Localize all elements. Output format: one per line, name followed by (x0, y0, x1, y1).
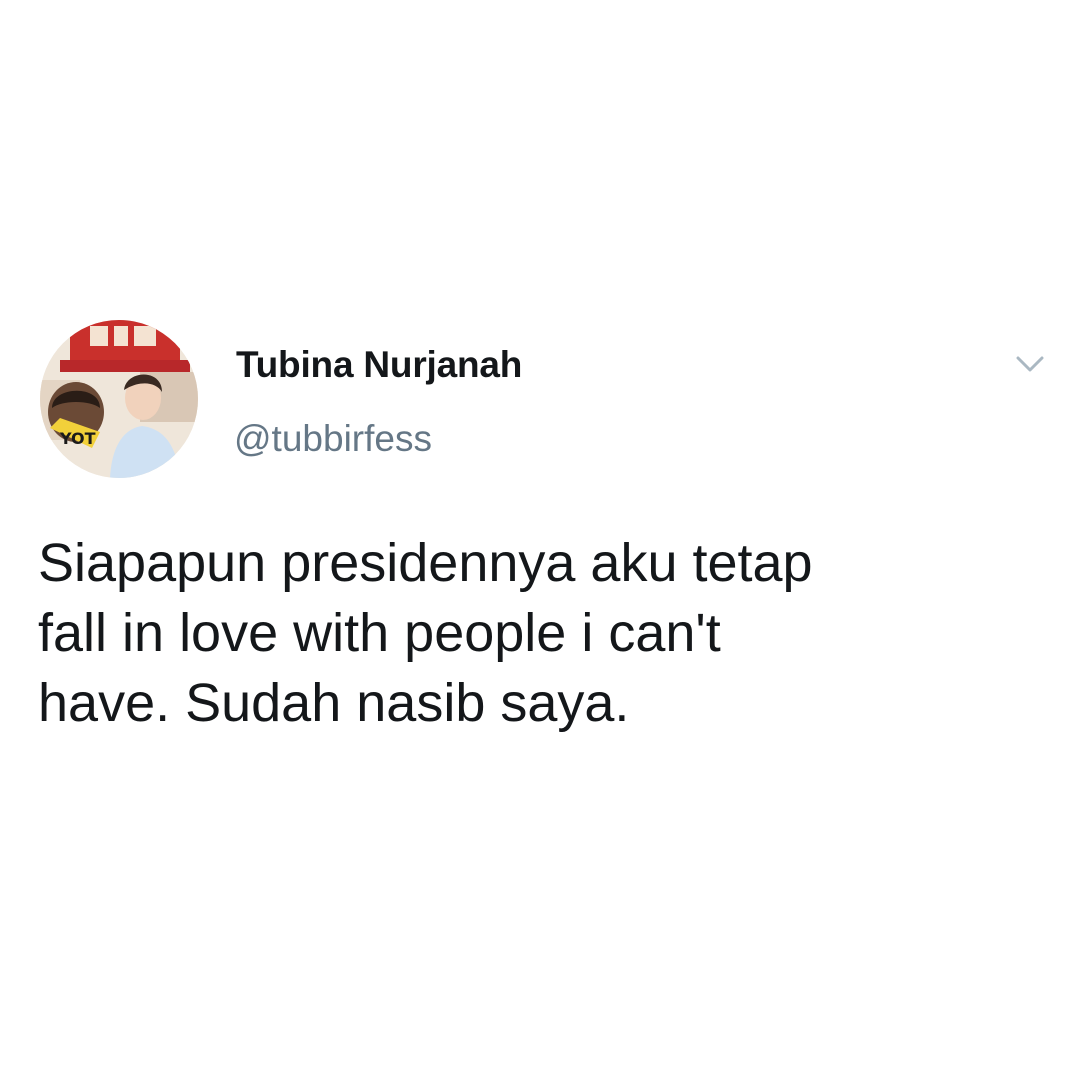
avatar[interactable]: YOT (40, 320, 198, 478)
tweet-card: YOT Tubina Nurjanah @tubbirfess Siapapun… (0, 300, 1080, 770)
svg-text:YOT: YOT (59, 429, 96, 448)
tweet-menu-button[interactable] (1010, 348, 1050, 378)
avatar-image: YOT (40, 320, 198, 478)
author-handle[interactable]: @tubbirfess (234, 418, 432, 460)
author-display-name[interactable]: Tubina Nurjanah (236, 344, 522, 386)
tweet-text: Siapapun presidennya aku tetap fall in l… (38, 533, 813, 733)
chevron-down-icon (1016, 356, 1044, 372)
